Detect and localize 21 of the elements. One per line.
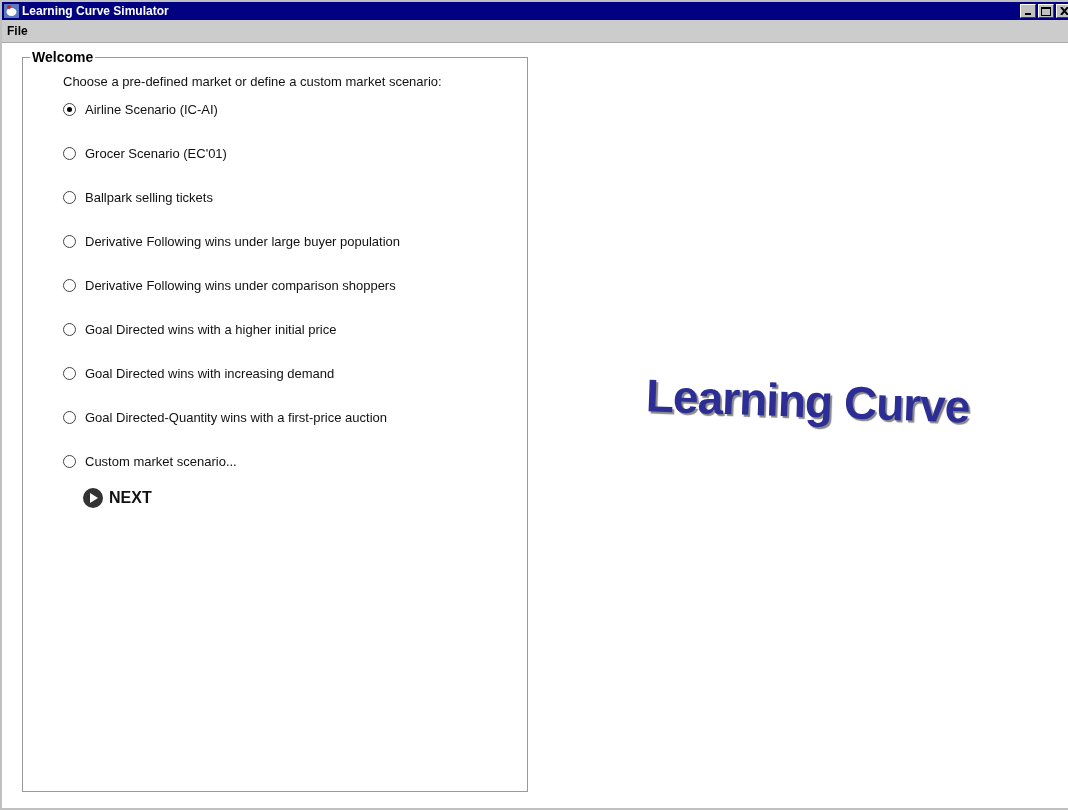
panel-title: Welcome <box>31 49 95 65</box>
maximize-button[interactable] <box>1038 4 1054 18</box>
scenario-option[interactable]: Derivative Following wins under large buyer population <box>63 219 527 263</box>
prompt-text: Choose a pre-defined market or define a custom market scenario: <box>63 73 443 90</box>
scenario-option[interactable]: Derivative Following wins under comparison shoppers <box>63 263 527 307</box>
menu-item[interactable]: File <box>4 24 31 38</box>
minimize-button[interactable] <box>1020 4 1036 18</box>
play-icon <box>83 488 103 508</box>
logo-text: Learning Curve <box>645 367 971 434</box>
scenario-option[interactable]: Goal Directed wins with increasing demand <box>63 351 527 395</box>
scenario-option[interactable]: Goal Directed wins with a higher initial price <box>63 307 527 351</box>
maximize-icon <box>1041 6 1051 16</box>
app-icon <box>4 4 19 18</box>
scenario-option[interactable]: Grocer Scenario (EC'01) <box>63 131 527 175</box>
scenario-option[interactable]: Custom market scenario... <box>63 439 527 483</box>
scenario-option[interactable]: Goal Directed-Quantity wins with a first-price auction <box>63 395 527 439</box>
next-button[interactable]: NEXT <box>83 488 152 508</box>
close-button[interactable] <box>1056 4 1068 18</box>
scenario-option[interactable]: Ballpark selling tickets <box>63 175 527 219</box>
window-title: Learning Curve Simulator <box>22 4 170 18</box>
close-icon <box>1059 7 1068 15</box>
